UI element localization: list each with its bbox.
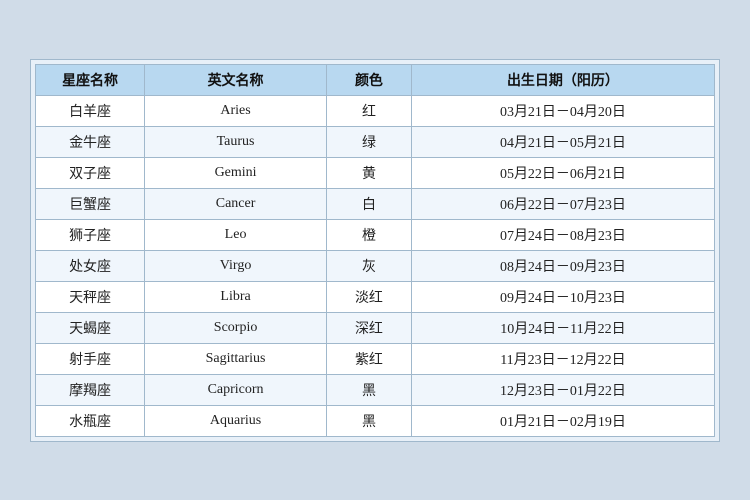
cell-date: 11月23日－12月22日 [411, 343, 714, 374]
cell-color: 灰 [327, 250, 412, 281]
cell-color: 白 [327, 188, 412, 219]
zodiac-table-container: 星座名称 英文名称 颜色 出生日期（阳历） 白羊座Aries红03月21日－04… [30, 59, 720, 442]
cell-zh: 狮子座 [36, 219, 145, 250]
cell-zh: 金牛座 [36, 126, 145, 157]
cell-en: Cancer [145, 188, 327, 219]
cell-color: 绿 [327, 126, 412, 157]
cell-date: 12月23日－01月22日 [411, 374, 714, 405]
header-date: 出生日期（阳历） [411, 64, 714, 95]
table-row: 处女座Virgo灰08月24日－09月23日 [36, 250, 715, 281]
cell-en: Sagittarius [145, 343, 327, 374]
cell-date: 04月21日－05月21日 [411, 126, 714, 157]
table-row: 白羊座Aries红03月21日－04月20日 [36, 95, 715, 126]
cell-zh: 巨蟹座 [36, 188, 145, 219]
table-row: 双子座Gemini黄05月22日－06月21日 [36, 157, 715, 188]
cell-date: 03月21日－04月20日 [411, 95, 714, 126]
cell-en: Capricorn [145, 374, 327, 405]
cell-zh: 天秤座 [36, 281, 145, 312]
cell-date: 05月22日－06月21日 [411, 157, 714, 188]
cell-color: 紫红 [327, 343, 412, 374]
table-row: 天蝎座Scorpio深红10月24日－11月22日 [36, 312, 715, 343]
cell-date: 10月24日－11月22日 [411, 312, 714, 343]
cell-color: 黑 [327, 374, 412, 405]
cell-color: 橙 [327, 219, 412, 250]
header-en: 英文名称 [145, 64, 327, 95]
cell-date: 07月24日－08月23日 [411, 219, 714, 250]
table-row: 水瓶座Aquarius黑01月21日－02月19日 [36, 405, 715, 436]
table-row: 狮子座Leo橙07月24日－08月23日 [36, 219, 715, 250]
cell-zh: 天蝎座 [36, 312, 145, 343]
cell-zh: 双子座 [36, 157, 145, 188]
cell-color: 黄 [327, 157, 412, 188]
cell-color: 深红 [327, 312, 412, 343]
cell-en: Libra [145, 281, 327, 312]
cell-date: 06月22日－07月23日 [411, 188, 714, 219]
table-row: 天秤座Libra淡红09月24日－10月23日 [36, 281, 715, 312]
table-row: 巨蟹座Cancer白06月22日－07月23日 [36, 188, 715, 219]
zodiac-table: 星座名称 英文名称 颜色 出生日期（阳历） 白羊座Aries红03月21日－04… [35, 64, 715, 437]
cell-zh: 水瓶座 [36, 405, 145, 436]
cell-en: Virgo [145, 250, 327, 281]
cell-en: Scorpio [145, 312, 327, 343]
cell-zh: 摩羯座 [36, 374, 145, 405]
header-zh: 星座名称 [36, 64, 145, 95]
cell-zh: 射手座 [36, 343, 145, 374]
cell-en: Taurus [145, 126, 327, 157]
table-row: 摩羯座Capricorn黑12月23日－01月22日 [36, 374, 715, 405]
header-color: 颜色 [327, 64, 412, 95]
cell-color: 黑 [327, 405, 412, 436]
table-row: 射手座Sagittarius紫红11月23日－12月22日 [36, 343, 715, 374]
cell-date: 09月24日－10月23日 [411, 281, 714, 312]
cell-en: Gemini [145, 157, 327, 188]
cell-color: 淡红 [327, 281, 412, 312]
cell-date: 01月21日－02月19日 [411, 405, 714, 436]
cell-zh: 白羊座 [36, 95, 145, 126]
cell-en: Leo [145, 219, 327, 250]
cell-date: 08月24日－09月23日 [411, 250, 714, 281]
cell-zh: 处女座 [36, 250, 145, 281]
table-header-row: 星座名称 英文名称 颜色 出生日期（阳历） [36, 64, 715, 95]
table-row: 金牛座Taurus绿04月21日－05月21日 [36, 126, 715, 157]
cell-en: Aries [145, 95, 327, 126]
cell-en: Aquarius [145, 405, 327, 436]
cell-color: 红 [327, 95, 412, 126]
